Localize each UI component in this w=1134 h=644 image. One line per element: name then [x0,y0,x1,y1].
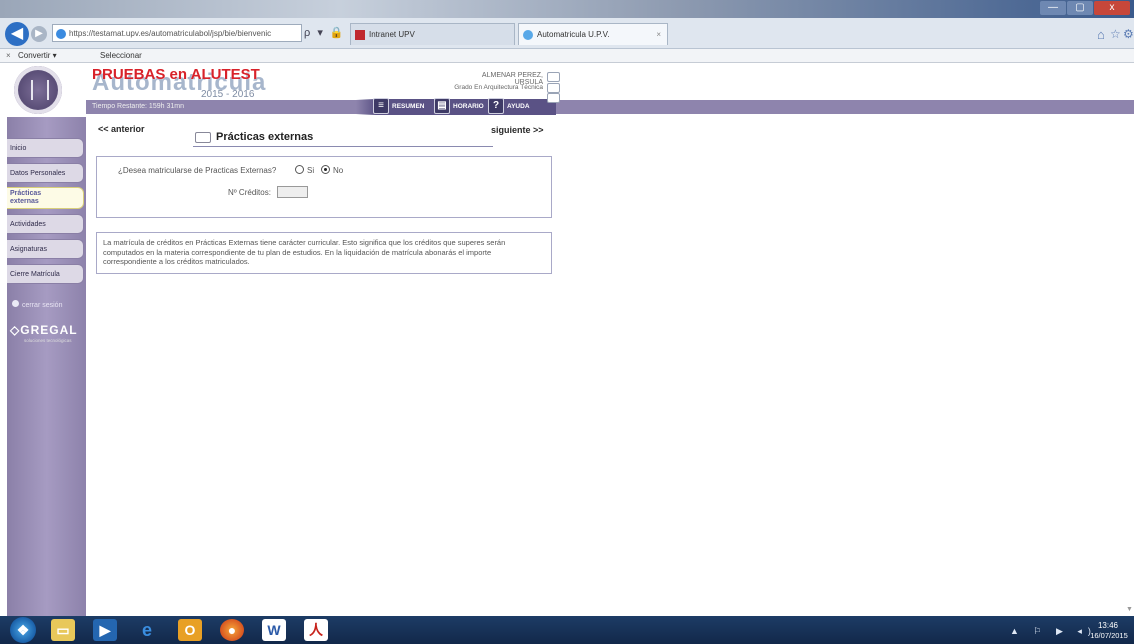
enroll-question: ¿Desea matricularse de Practicas Externa… [118,166,277,175]
sidebar-item-label: Prácticas [10,190,42,197]
taskbar [0,616,1134,644]
summary-icon: ≡ [373,98,389,114]
firefox-icon[interactable]: ● [220,619,244,641]
system-tray[interactable]: ▲ ⚐ ▶ ◂) [1010,626,1097,637]
radio-no[interactable] [321,165,330,174]
academic-year: 2015 - 2016 [201,89,255,100]
tab-close-icon[interactable]: × [656,24,661,45]
back-button[interactable]: ◀ [5,22,29,46]
ayuda-label: AYUDA [507,102,530,110]
sidebar-item-practicas-externas[interactable]: Prácticas externas [7,187,84,209]
next-link[interactable]: siguiente >> [491,125,544,135]
forward-button[interactable]: ▶ [31,26,47,42]
sidebar-item-asignaturas[interactable]: Asignaturas [7,239,84,259]
sidebar-item-cierre-matricula[interactable]: Cierre Matrícula [7,264,84,284]
maximize-button[interactable]: ▢ [1067,1,1093,15]
scroll-down-icon[interactable]: ▼ [1126,606,1133,613]
outlook-icon[interactable]: O [178,619,202,641]
logout-link[interactable]: cerrar sesión [12,300,62,309]
ie-favicon-icon [523,30,533,40]
power-icon [12,300,19,307]
url-text: https://testamat.upv.es/automatriculabol… [69,29,272,38]
tab-label: Intranet UPV [369,30,415,39]
user-name-checkbox [547,72,560,82]
sidebar-item-datos-personales[interactable]: Datos Personales [7,163,84,183]
schedule-icon: ▤ [434,98,450,114]
header-banner [86,100,1134,114]
file-explorer-icon[interactable]: ▭ [51,619,75,641]
settings-gear-icon[interactable]: ⚙ [1123,27,1134,41]
convert-menu[interactable]: Convertir ▾ [18,49,57,62]
user-degree-checkbox [547,83,560,93]
horario-button[interactable]: ▤ HORARIO [434,96,484,116]
sidebar-item-label: Datos Personales [10,170,66,177]
ayuda-button[interactable]: ? AYUDA [488,96,530,116]
creditos-label: Nº Créditos: [228,188,271,197]
logout-label: cerrar sesión [22,302,63,309]
radio-si-label: Si [307,166,315,175]
creditos-input[interactable] [277,186,308,198]
time-remaining: Tiempo Restante: 159h 31mn [92,103,184,110]
radio-si[interactable] [295,165,304,174]
sidebar-item-label: Inicio [10,145,27,152]
favorites-star-icon[interactable]: ☆ [1110,27,1121,41]
upv-favicon-icon [355,30,365,40]
sidebar-item-label: Cierre Matrícula [10,271,60,278]
command-bar-close-icon[interactable]: × [6,49,11,62]
sidebar-item-label: externas [10,198,39,205]
window-controls: — ▢ x [1040,1,1130,15]
sidebar-item-actividades[interactable]: Actividades [7,214,84,234]
tab-label: Automatricula U.P.V. [537,30,610,39]
gregal-logo: ◇GREGAL [10,323,78,337]
internet-explorer-icon[interactable]: e [135,619,159,641]
tab-automatricula[interactable]: Automatricula U.P.V. × [518,23,668,45]
radio-no-label: No [333,166,344,175]
resumen-label: RESUMEN [392,102,425,110]
user-degree: Grado En Arquitectura Técnica [454,84,543,91]
site-favicon-icon [56,29,66,39]
section-icon [195,132,211,143]
tab-intranet-upv[interactable]: Intranet UPV [350,23,515,45]
window-titlebar: — ▢ x [0,0,1134,18]
sidebar-item-label: Asignaturas [10,246,47,253]
clock-time[interactable]: 13:46 [1088,621,1128,630]
minimize-button[interactable]: — [1040,1,1066,15]
media-player-icon[interactable]: ▶ [93,619,117,641]
close-window-button[interactable]: x [1094,1,1130,15]
page-title: Prácticas externas [216,131,314,143]
start-button[interactable]: ❖ [10,617,36,643]
section-header: Prácticas externas [193,131,493,147]
sidebar-item-label: Actividades [10,221,46,228]
sidebar-item-inicio[interactable]: Inicio [7,138,84,158]
resumen-button[interactable]: ≡ RESUMEN [373,96,425,116]
home-icon[interactable]: ⌂ [1097,27,1105,42]
word-icon[interactable]: W [262,619,286,641]
previous-link[interactable]: << anterior [98,124,145,134]
select-button[interactable]: Seleccionar [100,49,142,62]
help-icon: ? [488,98,504,114]
url-input[interactable]: https://testamat.upv.es/automatriculabol… [52,24,302,42]
info-notice: La matrícula de créditos en Prácticas Ex… [96,232,552,274]
command-bar: × Convertir ▾ Seleccionar [0,49,1134,63]
acrobat-icon[interactable]: 人 [304,619,328,641]
brand-pruebas: PRUEBAS en ALUTEST [92,66,260,83]
horario-label: HORARIO [453,102,484,110]
extra-checkbox [547,93,560,103]
clock-date[interactable]: 16/07/2015 [1086,631,1132,640]
upv-seal-logo [14,66,62,114]
gregal-tagline: soluciones tecnológicas [24,338,72,343]
